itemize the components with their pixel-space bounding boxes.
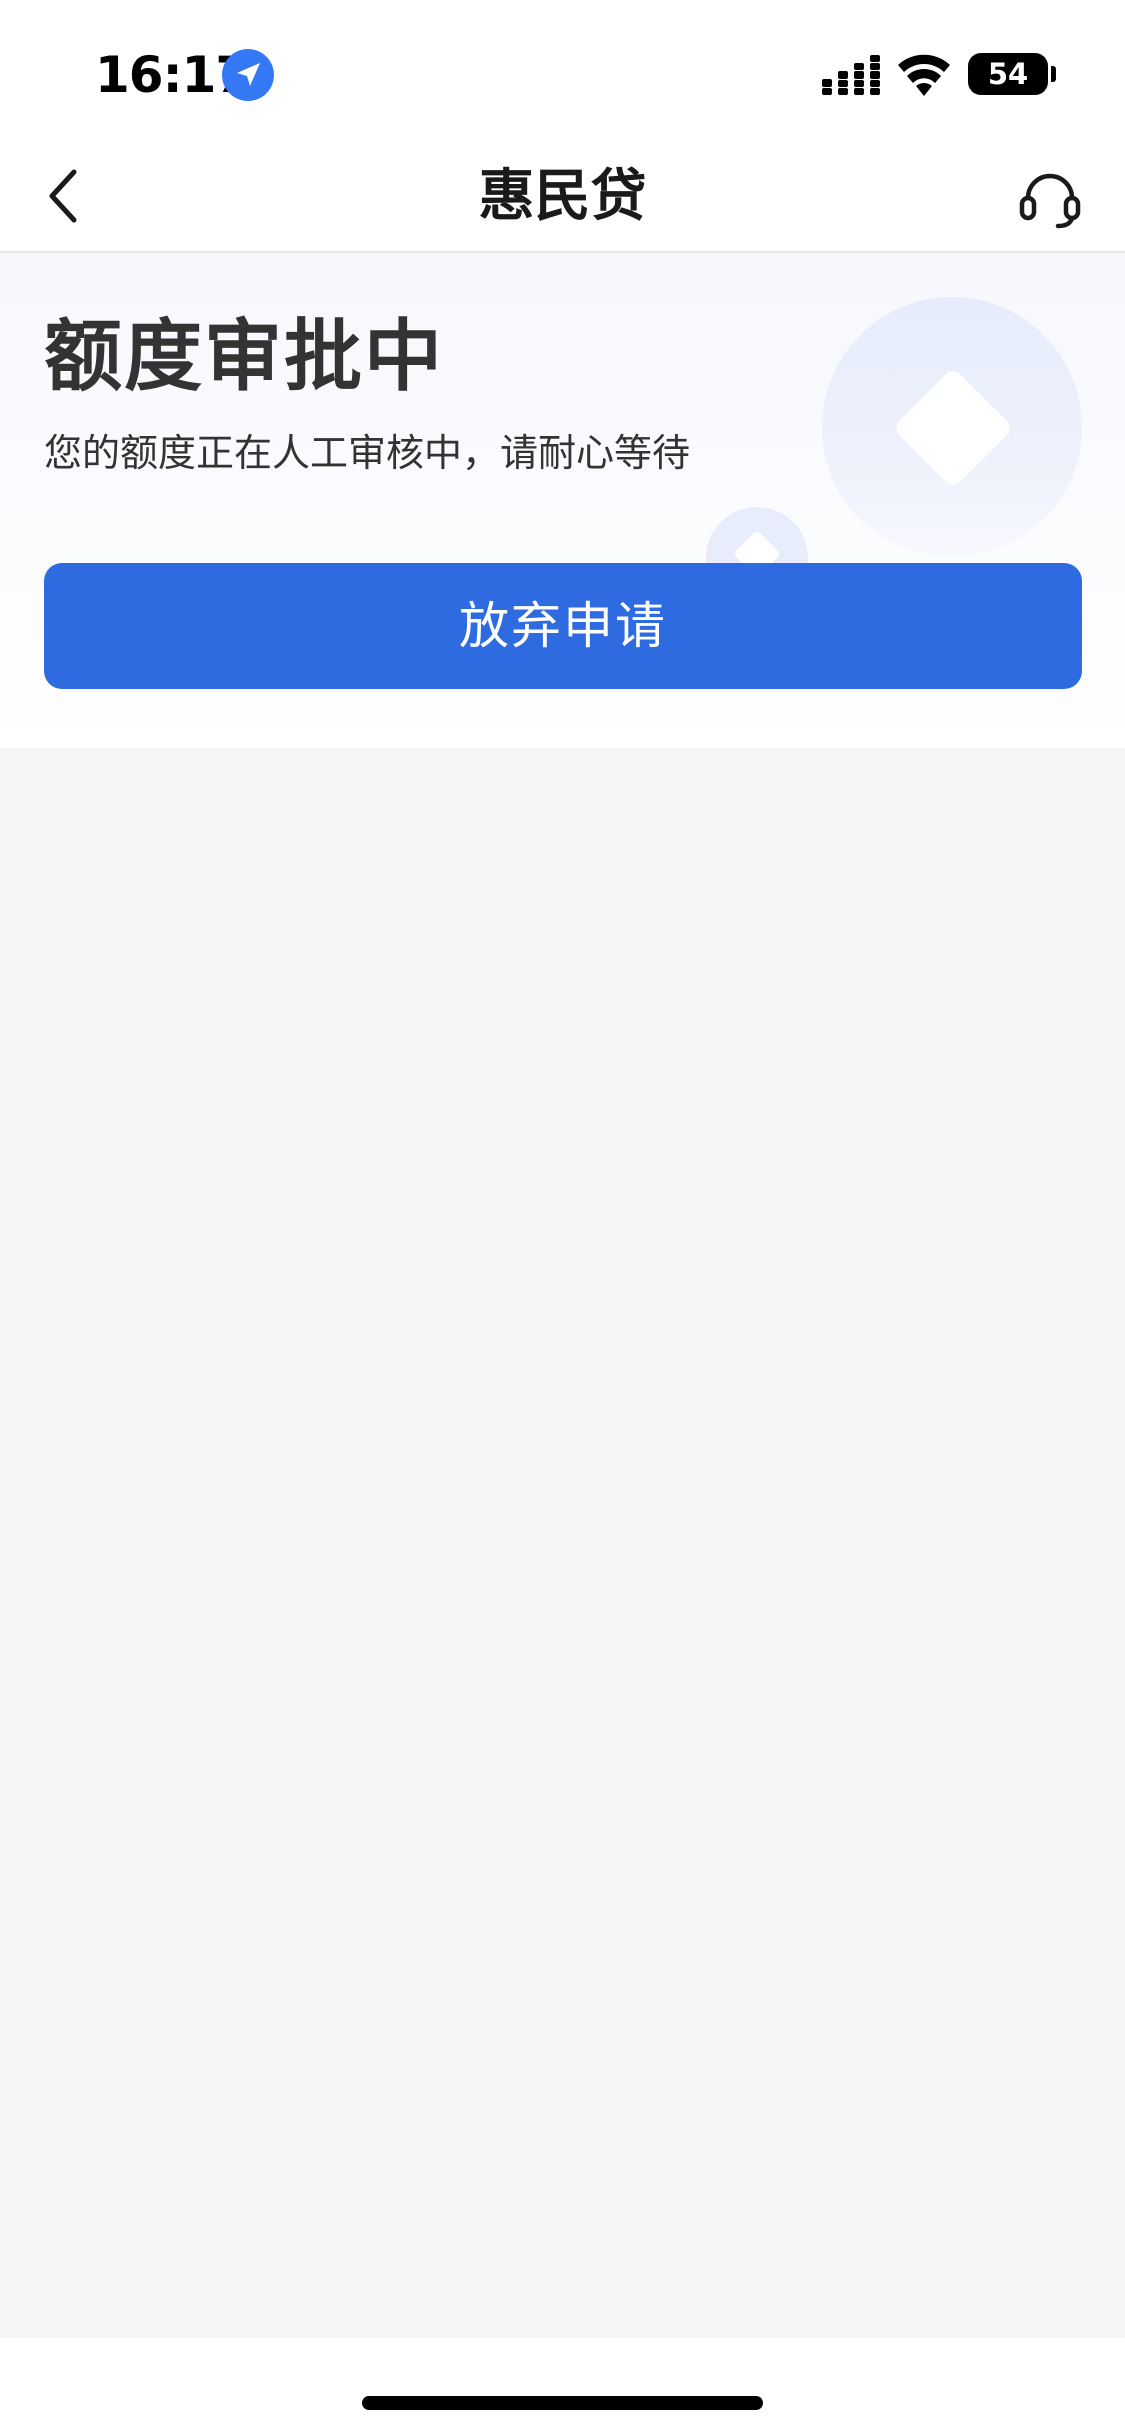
approval-status-description: 您的额度正在人工审核中，请耐心等待 <box>44 431 691 475</box>
headset-icon <box>1019 173 1081 229</box>
page-title: 惠民贷 <box>478 164 647 229</box>
status-bar: 16:17 54 <box>0 0 1125 140</box>
battery-level: 54 <box>968 53 1048 95</box>
location-arrow-icon <box>222 49 274 101</box>
bottom-safe-area <box>0 2338 1125 2435</box>
approval-status-panel: 额度审批中 您的额度正在人工审核中，请耐心等待 放弃申请 <box>0 255 1125 748</box>
navigation-bar: 惠民贷 <box>0 140 1125 253</box>
home-indicator[interactable] <box>362 2396 763 2410</box>
app-screen: 16:17 54 惠民贷 额度审批中 您的额度正在人工审核中，请耐心等待 放弃申… <box>0 0 1125 2435</box>
customer-service-button[interactable] <box>1014 160 1086 232</box>
abandon-application-button[interactable]: 放弃申请 <box>44 563 1082 689</box>
approval-status-title: 额度审批中 <box>44 312 445 402</box>
cellular-signal-icon <box>822 55 880 95</box>
wifi-icon <box>898 54 950 96</box>
battery-cap <box>1051 66 1056 82</box>
